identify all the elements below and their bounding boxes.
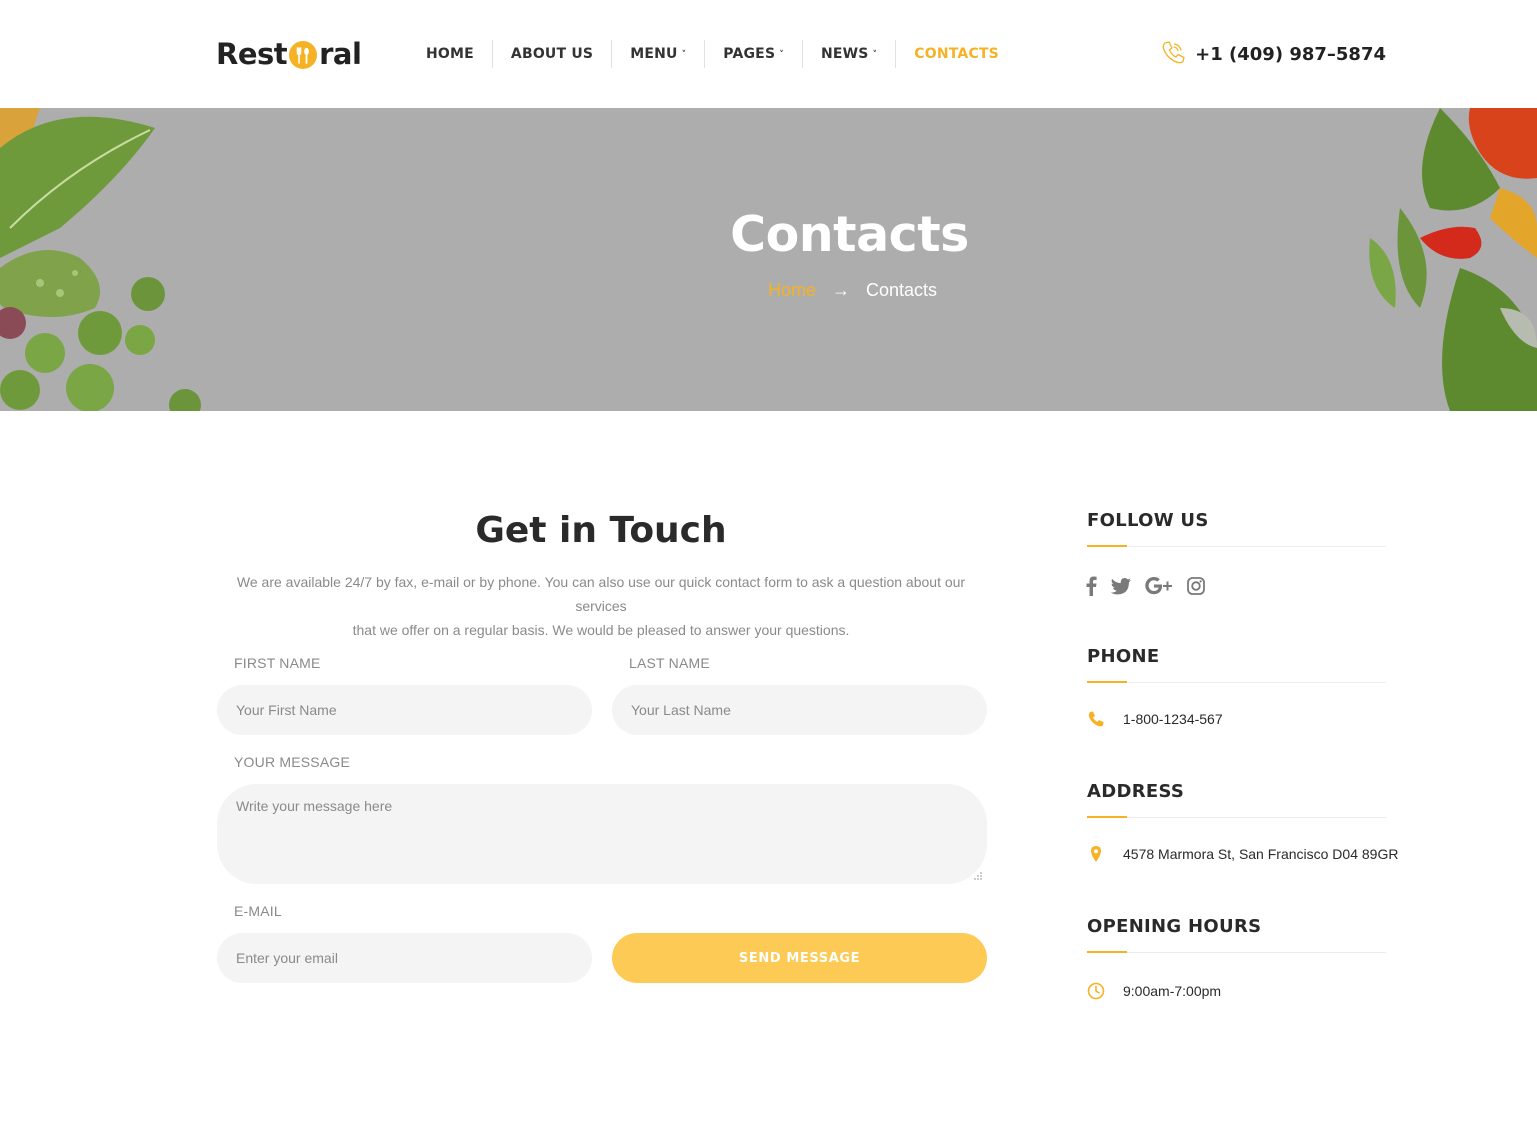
site-header: Rest ral HOME ABOUT US MENU ˅ PAGES ˅ NEWS… [0,0,1537,108]
divider-accent [1087,816,1127,818]
nav-about-us[interactable]: ABOUT US [491,40,611,68]
divider-accent [1087,681,1127,683]
phone-icon [1159,38,1187,71]
first-name-input[interactable] [217,685,592,735]
address-value: 4578 Marmora St, San Francisco D04 89GR [1123,846,1399,862]
nav-pages[interactable]: PAGES ˅ [704,40,802,68]
chevron-down-icon: ˅ [681,50,687,60]
breadcrumb: Home → Contacts [768,280,937,301]
send-message-button[interactable]: SEND MESSAGE [612,933,987,983]
instagram-icon[interactable] [1187,576,1205,596]
facebook-icon[interactable] [1086,576,1097,596]
location-pin-icon [1087,845,1105,863]
opening-hours-heading: OPENING HOURS [1087,916,1262,937]
divider [1087,817,1386,818]
address-heading: ADDRESS [1087,781,1185,802]
social-links [1086,576,1205,596]
form-description-line-2: that we offer on a regular basis. We wou… [352,622,850,638]
email-input[interactable] [217,933,592,983]
divider-accent [1087,545,1127,547]
follow-us-heading: FOLLOW US [1087,510,1209,531]
google-plus-icon[interactable] [1145,576,1173,596]
chevron-down-icon: ˅ [872,50,878,60]
divider-accent [1087,951,1127,953]
nav-about-us-label: ABOUT US [510,46,594,62]
nav-contacts[interactable]: CONTACTS [895,40,1017,68]
breadcrumb-current: Contacts [866,280,938,300]
message-label: YOUR MESSAGE [234,754,350,770]
twitter-icon[interactable] [1111,576,1131,596]
divider [1087,952,1386,953]
last-name-input[interactable] [612,685,987,735]
phone-icon [1087,710,1105,728]
form-description: We are available 24/7 by fax, e-mail or … [216,570,986,642]
phone-value: 1-800-1234-567 [1123,711,1223,727]
resize-grip-icon[interactable] [973,871,983,881]
page-title: Contacts [730,206,969,263]
phone-item[interactable]: 1-800-1234-567 [1087,710,1223,728]
form-title: Get in Touch [475,510,727,551]
arrow-right-icon: → [832,280,851,300]
email-label: E-MAIL [234,903,282,919]
logo-text-left: Rest [216,37,288,71]
clock-icon [1087,982,1105,1000]
first-name-label: FIRST NAME [234,655,321,671]
logo-fork-spoon-icon [289,41,318,69]
logo[interactable]: Rest ral [216,36,362,72]
phone-heading: PHONE [1087,646,1160,667]
nav-pages-label: PAGES [723,46,776,62]
logo-text-right: ral [319,37,362,71]
main-nav: HOME ABOUT US MENU ˅ PAGES ˅ NEWS ˅ CONTACT… [408,40,1017,68]
nav-home[interactable]: HOME [408,40,492,68]
divider [1087,682,1386,683]
address-item[interactable]: 4578 Marmora St, San Francisco D04 89GR [1087,845,1398,863]
hours-value: 9:00am-7:00pm [1123,983,1222,999]
hours-item: 9:00am-7:00pm [1087,982,1221,1000]
header-phone-number: +1 (409) 987–5874 [1195,44,1386,65]
divider [1087,546,1386,547]
nav-home-label: HOME [426,46,474,62]
nav-news-label: NEWS [820,46,869,62]
nav-menu-label: MENU [630,46,678,62]
header-phone[interactable]: +1 (409) 987–5874 [1159,38,1386,71]
nav-news[interactable]: NEWS ˅ [801,40,895,68]
last-name-label: LAST NAME [629,655,710,671]
form-description-line-1: We are available 24/7 by fax, e-mail or … [236,574,966,614]
chevron-down-icon: ˅ [779,50,784,60]
breadcrumb-home-link[interactable]: Home [768,280,816,301]
nav-menu[interactable]: MENU ˅ [611,40,704,68]
nav-contacts-label: CONTACTS [914,46,999,62]
page-hero: Contacts Home → Contacts [0,108,1537,411]
message-textarea[interactable] [217,784,987,884]
